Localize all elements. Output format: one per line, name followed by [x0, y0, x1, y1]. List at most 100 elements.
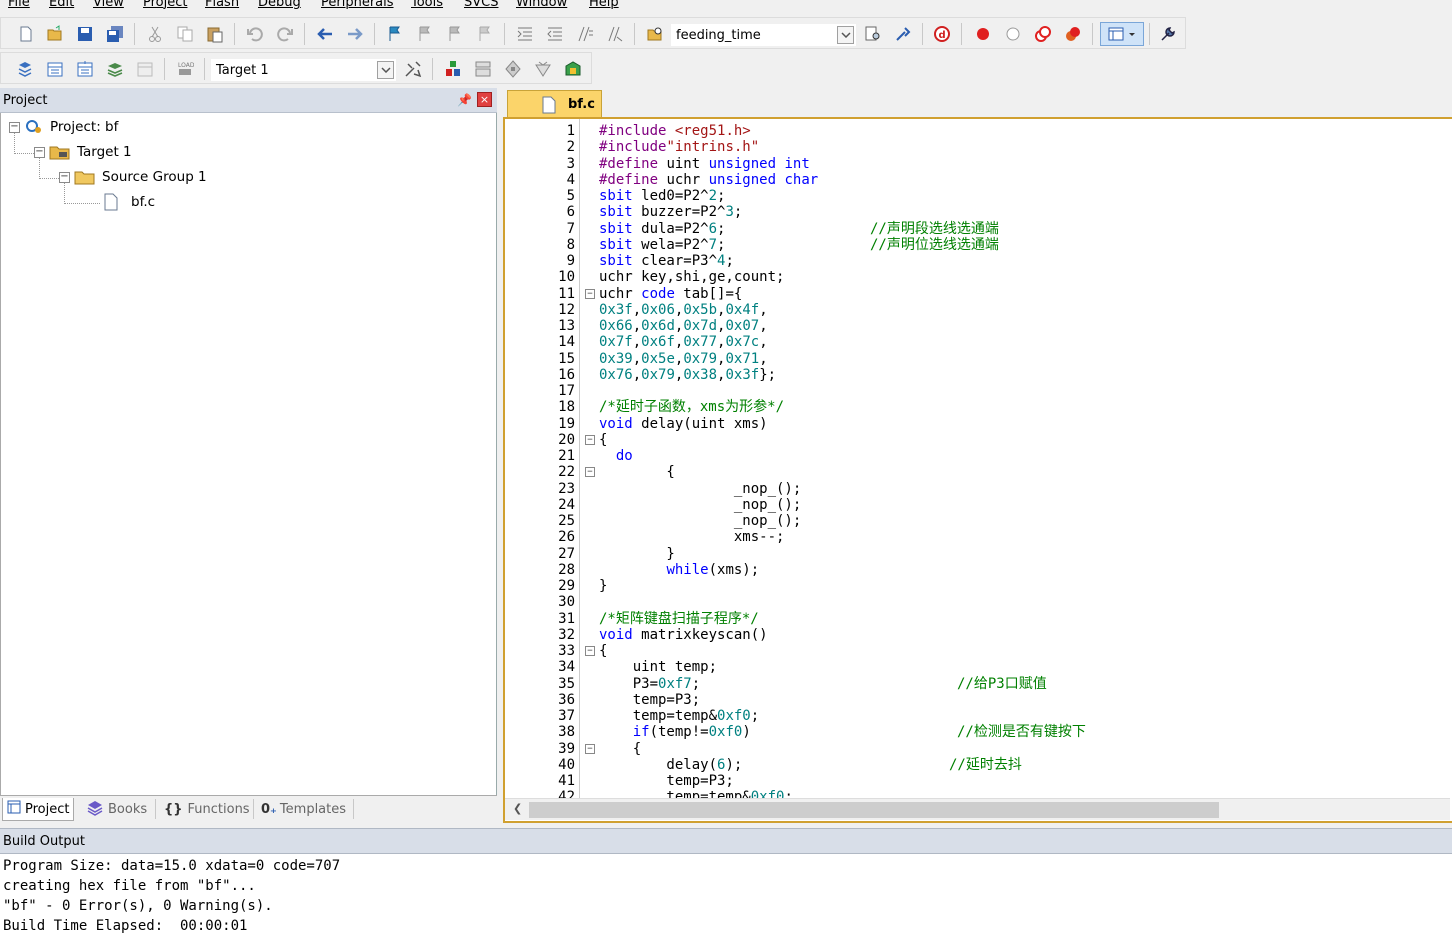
code-line: 0x66,0x6d,0x7d,0x07,	[599, 318, 768, 334]
target-combo[interactable]: Target 1	[211, 59, 396, 81]
configure-icon[interactable]	[1158, 24, 1178, 44]
kill-all-breakpoints-icon[interactable]	[1063, 24, 1083, 44]
fold-toggle-icon[interactable]: −	[585, 288, 595, 299]
pin-icon[interactable]: 📌	[457, 93, 472, 107]
line-number: 15	[558, 350, 575, 367]
code-line: void matrixkeyscan()	[599, 626, 768, 643]
collapse-icon[interactable]: −	[34, 146, 45, 158]
close-icon[interactable]: ×	[477, 92, 492, 107]
tree-project[interactable]: − Project: bf	[9, 117, 118, 137]
redo-icon[interactable]	[275, 24, 295, 44]
tree-file-bf[interactable]: bf.c	[103, 192, 155, 212]
download-icon[interactable]: LOAD	[175, 59, 195, 79]
scrollbar-thumb[interactable]	[529, 802, 1219, 818]
find-in-files-icon[interactable]	[645, 24, 665, 44]
save-icon[interactable]	[75, 24, 95, 44]
project-panel-title: Project	[3, 92, 48, 108]
pack-installer-icon[interactable]	[533, 59, 553, 79]
nav-forward-icon[interactable]	[345, 24, 365, 44]
stop-build-icon[interactable]	[135, 59, 155, 79]
horizontal-scrollbar[interactable]: ❮	[505, 798, 1450, 820]
nav-back-icon[interactable]	[315, 24, 335, 44]
translate-icon[interactable]	[15, 59, 35, 79]
tab-functions[interactable]: {} Functions	[160, 798, 254, 821]
bookmark-icon[interactable]	[385, 24, 405, 44]
comment-icon[interactable]	[575, 24, 595, 44]
code-comment: //给P3口赋值	[957, 675, 1047, 692]
cut-icon[interactable]	[145, 24, 165, 44]
project-gear-icon	[24, 118, 46, 136]
build-icon[interactable]	[45, 59, 65, 79]
menu-peripherals[interactable]: Peripherals	[321, 0, 394, 10]
code-line: uchr key,shi,ge,count;	[599, 269, 785, 286]
code-line: P3=0xf7;	[599, 675, 701, 692]
rebuild-icon[interactable]	[75, 59, 95, 79]
breakpoint-icon[interactable]	[973, 24, 993, 44]
code-editor[interactable]: 1 #include <reg51.h> 2 #include"intrins.h" 3…	[503, 117, 1452, 823]
disable-breakpoint-icon[interactable]	[1003, 24, 1023, 44]
menu-file[interactable]: File	[8, 0, 30, 10]
line-number: 36	[558, 691, 575, 708]
find-combo[interactable]: feeding_time	[671, 24, 856, 46]
run-time-env-icon[interactable]	[563, 59, 583, 79]
copy-icon[interactable]	[175, 24, 195, 44]
menu-edit[interactable]: Edit	[49, 0, 74, 10]
find-icon[interactable]	[863, 24, 883, 44]
save-all-icon[interactable]	[105, 24, 125, 44]
line-number: 20	[558, 431, 575, 448]
scroll-left-icon[interactable]: ❮	[513, 802, 522, 815]
open-file-icon[interactable]	[45, 24, 65, 44]
menu-view[interactable]: View	[93, 0, 124, 10]
folder-icon	[74, 168, 96, 186]
file-extensions-icon[interactable]	[473, 59, 493, 79]
select-packs-icon[interactable]	[503, 59, 523, 79]
tab-project-label: Project	[25, 801, 70, 817]
tree-source-group[interactable]: − Source Group 1	[59, 167, 207, 187]
collapse-icon[interactable]: −	[9, 121, 20, 133]
window-layout-icon[interactable]	[1100, 22, 1144, 46]
menu-tools[interactable]: Tools	[411, 0, 443, 10]
fold-toggle-icon[interactable]: −	[585, 434, 595, 445]
build-output-header: Build Output	[0, 828, 1452, 854]
unindent-icon[interactable]	[545, 24, 565, 44]
line-number: 10	[558, 269, 575, 286]
menu-svcs[interactable]: SVCS	[464, 0, 498, 10]
tree-target[interactable]: − Target 1	[34, 142, 132, 162]
incremental-find-icon[interactable]	[893, 24, 913, 44]
tab-books-label: Books	[108, 802, 148, 817]
menu-help[interactable]: Help	[589, 0, 619, 10]
line-number: 28	[558, 561, 575, 578]
build-output-line: creating hex file from "bf"...	[3, 878, 256, 894]
tab-project[interactable]: Project	[2, 798, 75, 821]
paste-icon[interactable]	[205, 24, 225, 44]
new-file-icon[interactable]	[16, 24, 36, 44]
menu-debug[interactable]: Debug	[258, 0, 301, 10]
fold-toggle-icon[interactable]: −	[585, 467, 595, 478]
collapse-icon[interactable]: −	[59, 171, 70, 183]
next-bookmark-icon[interactable]	[445, 24, 465, 44]
fold-toggle-icon[interactable]: −	[585, 646, 595, 656]
disable-all-breakpoints-icon[interactable]	[1033, 24, 1053, 44]
uncomment-icon[interactable]	[605, 24, 625, 44]
chevron-down-icon[interactable]	[377, 61, 394, 79]
tab-bf-c[interactable]: bf.c	[507, 90, 602, 118]
tab-templates[interactable]: 0₊ Templates	[257, 798, 350, 821]
manage-components-icon[interactable]	[443, 59, 463, 79]
target-options-icon[interactable]	[403, 59, 423, 79]
line-number: 26	[558, 529, 575, 546]
clear-bookmarks-icon[interactable]	[475, 24, 495, 44]
fold-toggle-icon[interactable]: −	[585, 743, 595, 754]
menu-flash[interactable]: Flash	[205, 0, 239, 10]
menu-project[interactable]: Project	[143, 0, 187, 10]
menu-window[interactable]: Window	[516, 0, 567, 10]
tab-books[interactable]: Books	[82, 798, 151, 821]
debug-session-icon[interactable]: d	[932, 24, 952, 44]
indent-icon[interactable]	[515, 24, 535, 44]
code-line: 0x76,0x79,0x38,0x3f};	[599, 366, 777, 383]
undo-icon[interactable]	[245, 24, 265, 44]
code-line: uint temp;	[599, 659, 718, 676]
prev-bookmark-icon[interactable]	[415, 24, 435, 44]
build-output-body[interactable]: Program Size: data=15.0 xdata=0 code=707…	[0, 854, 1452, 940]
batch-build-icon[interactable]	[105, 59, 125, 79]
chevron-down-icon[interactable]	[837, 26, 854, 44]
